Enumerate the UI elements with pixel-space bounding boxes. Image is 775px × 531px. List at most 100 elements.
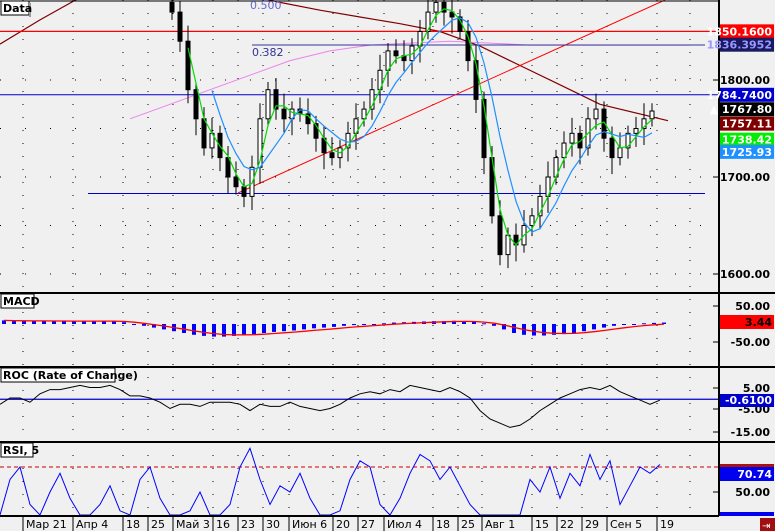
macd-bar <box>322 324 326 328</box>
macd-bar <box>22 321 26 324</box>
date-label: 15 <box>535 518 549 531</box>
candle-body <box>233 176 239 188</box>
candle-body <box>177 11 183 42</box>
candle-body <box>633 128 639 134</box>
exit-button[interactable]: ⇥ <box>760 518 775 531</box>
macd-bar <box>122 322 126 324</box>
macd-bar <box>212 324 216 337</box>
macd-bar <box>602 324 606 328</box>
fib-label-382: 0.382 <box>252 46 284 59</box>
candle-body <box>593 108 599 120</box>
macd-bar <box>632 324 636 325</box>
date-label: 20 <box>336 518 350 531</box>
macd-tag: 3.44 <box>745 316 772 329</box>
candle-body <box>201 118 207 149</box>
macd-bar <box>132 324 136 325</box>
macd-bar <box>232 324 236 336</box>
main-title: Data <box>3 2 32 15</box>
macd-bar <box>642 323 646 325</box>
date-label: Апр 4 <box>76 518 108 531</box>
date-label: 29 <box>585 518 599 531</box>
candle-body <box>617 147 623 159</box>
exit-icon: ⇥ <box>762 521 770 531</box>
date-label: 23 <box>241 518 255 531</box>
macd-bar <box>492 324 496 326</box>
candle-body <box>529 215 535 227</box>
price-tag: 1757.11 <box>722 118 772 131</box>
macd-bar <box>282 324 286 332</box>
candle-body <box>169 1 175 13</box>
fib-label-500: 0.500 <box>250 0 282 12</box>
date-label: 18 <box>436 518 450 531</box>
roc-title-box: ROC (Rate of Change) <box>0 367 138 383</box>
macd-bar <box>652 322 656 324</box>
macd-bar <box>32 321 36 324</box>
rsi-title-box: RSI, 5 <box>0 442 39 458</box>
date-label: 30 <box>266 518 280 531</box>
macd-bar <box>272 324 276 332</box>
candle-body <box>649 110 655 120</box>
macd-bar <box>192 324 196 335</box>
candle-body <box>329 152 335 159</box>
macd-bar <box>142 324 146 326</box>
macd-title-box: MACD <box>0 293 40 309</box>
price-tick-label: 1600.00 <box>720 268 770 281</box>
roc-tick-label: -15.00 <box>731 426 771 439</box>
macd-bar <box>572 324 576 333</box>
macd-bar <box>592 324 596 330</box>
price-tag: 1836.3952 <box>707 39 772 52</box>
macd-bar <box>302 324 306 330</box>
macd-bar <box>512 324 516 333</box>
date-label: 27 <box>361 518 375 531</box>
date-label: Авг 1 <box>485 518 515 531</box>
macd-bar <box>542 324 546 336</box>
candle-body <box>497 215 503 256</box>
macd-title: MACD <box>3 295 40 308</box>
macd-bar <box>312 324 316 329</box>
macd-bar <box>622 324 626 325</box>
macd-tick-label: 50.00 <box>735 300 770 313</box>
price-tick-label: 1800.00 <box>720 74 770 87</box>
date-label: Май 3 <box>176 518 210 531</box>
candle-body <box>561 142 567 159</box>
macd-bar <box>342 324 346 326</box>
date-label: Июл 4 <box>387 518 422 531</box>
candle-body <box>433 1 439 13</box>
macd-bar <box>362 324 366 325</box>
candle-body <box>193 89 199 120</box>
macd-bar <box>532 324 536 336</box>
macd-bar <box>562 324 566 335</box>
roc-title: ROC (Rate of Change) <box>3 369 138 382</box>
rsi-tag: 70.74 <box>737 468 772 481</box>
price-tag: 1738.42 <box>722 134 772 147</box>
macd-bar <box>12 321 16 324</box>
macd-bar <box>332 324 336 327</box>
candle-body <box>609 137 615 159</box>
price-tick-label: 1700.00 <box>720 171 770 184</box>
macd-bar <box>252 324 256 335</box>
date-label: 16 <box>216 518 230 531</box>
macd-bar <box>372 324 376 325</box>
macd-bar <box>262 324 266 333</box>
price-tag: ▲ 1767.80 <box>710 103 773 116</box>
price-tag: 1725.93 <box>722 146 772 159</box>
price-tag: 1850.1600 <box>707 25 773 38</box>
candle-body <box>265 89 271 120</box>
date-label: Мар 21 <box>26 518 67 531</box>
date-label: Сен 5 <box>610 518 642 531</box>
candle-body <box>569 132 575 144</box>
candle-body <box>393 50 399 57</box>
rsi-tick-label: 50.00 <box>735 486 770 499</box>
candle-body <box>505 234 511 256</box>
roc-tag: -0.6100 <box>725 394 772 407</box>
date-label: 22 <box>560 518 574 531</box>
candle-body <box>241 186 247 197</box>
macd-bar <box>582 324 586 332</box>
macd-bar <box>612 324 616 326</box>
macd-bar <box>382 323 386 325</box>
macd-bar <box>482 323 486 325</box>
macd-bar <box>352 324 356 326</box>
chart-canvas[interactable]: 1800.00 1700.00 1600.00 1850.16001836.3952 1… <box>0 0 775 531</box>
candle-body <box>281 108 287 120</box>
rsi-title: RSI, 5 <box>3 444 39 457</box>
